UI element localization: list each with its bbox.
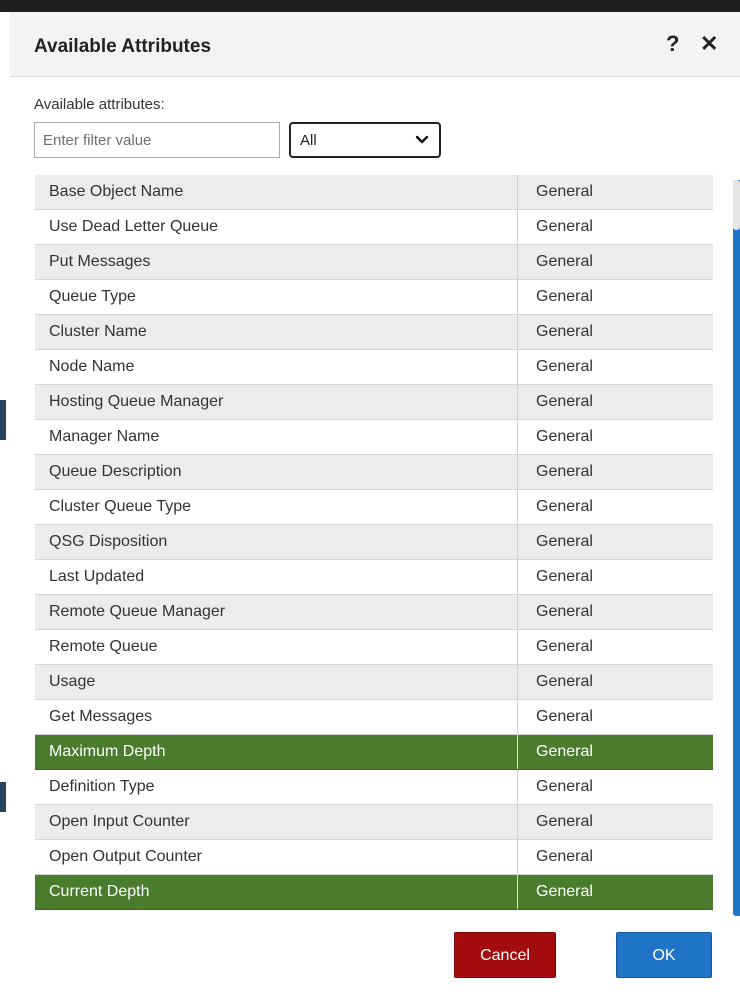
table-row[interactable]: Open Input Counter General [35,805,713,840]
attributes-table: Base Object Name General Use Dead Letter Q… [35,175,713,910]
cancel-button[interactable]: Cancel [454,932,556,978]
help-icon[interactable]: ? [666,31,679,57]
attribute-name-cell: Hosting Queue Manager [49,393,224,410]
attribute-name-cell: Node Name [49,358,135,375]
attribute-name-cell: Open Output Counter [49,848,202,865]
attribute-category-cell: General [517,875,713,909]
attribute-category-cell: General [517,595,713,629]
attribute-category-cell: General [517,420,713,454]
scrollbar-thumb[interactable] [733,180,740,230]
available-attributes-dialog: Available Attributes ? ✕ Available attri… [10,12,740,992]
category-select[interactable]: All [289,122,441,158]
attribute-name-cell: Open Input Counter [49,813,190,830]
attribute-name-cell: Get Messages [49,708,153,725]
attribute-name-cell: Remote Queue Manager [49,603,226,620]
attribute-category-cell: General [517,630,713,664]
background-mark [0,400,6,440]
attribute-category-cell: General [517,770,713,804]
attribute-category-cell: General [517,490,713,524]
attribute-name-cell: Queue Type [49,288,136,305]
attribute-category-cell: General [517,385,713,419]
attribute-category-cell: General [517,245,713,279]
table-row[interactable]: Get Messages General [35,700,713,735]
table-row[interactable]: Remote Queue Manager General [35,595,713,630]
available-attributes-label: Available attributes: [34,96,165,113]
chevron-down-icon [415,135,429,144]
attribute-category-cell: General [517,665,713,699]
table-row[interactable]: Use Dead Letter Queue General [35,210,713,245]
table-row[interactable]: Queue Description General [35,455,713,490]
attribute-category-cell: General [517,280,713,314]
table-row[interactable]: Last Updated General [35,560,713,595]
table-row[interactable]: Cluster Name General [35,315,713,350]
table-row[interactable]: QSG Disposition General [35,525,713,560]
dialog-title: Available Attributes [34,36,212,57]
attribute-name-cell: Current Depth [49,883,150,900]
table-row[interactable]: Manager Name General [35,420,713,455]
table-row[interactable]: Remote Queue General [35,630,713,665]
table-row[interactable]: Node Name General [35,350,713,385]
attribute-name-cell: Last Updated [49,568,145,585]
dialog-titlebar: Available Attributes ? ✕ [10,12,740,77]
background-page-edge [0,12,10,992]
table-row[interactable]: Usage General [35,665,713,700]
attribute-category-cell: General [517,350,713,384]
attribute-category-cell: General [517,560,713,594]
attribute-name-cell: Remote Queue [49,638,158,655]
attribute-name-cell: Use Dead Letter Queue [49,218,218,235]
attribute-category-cell: General [517,525,713,559]
attribute-category-cell: General [517,735,713,769]
table-row[interactable]: Base Object Name General [35,175,713,210]
attribute-name-cell: Usage [49,673,96,690]
attribute-category-cell: General [517,315,713,349]
attribute-name-cell: Cluster Queue Type [49,498,192,515]
table-row[interactable]: Current Depth General [35,875,713,910]
attribute-name-cell: Base Object Name [49,183,184,200]
attribute-name-cell: Cluster Name [49,323,147,340]
attribute-name-cell: Maximum Depth [49,743,166,760]
table-row[interactable]: Hosting Queue Manager General [35,385,713,420]
attribute-name-cell: Manager Name [49,428,160,445]
scrollbar[interactable] [733,180,740,916]
attribute-category-cell: General [517,175,713,209]
attribute-name-cell: Queue Description [49,463,182,480]
table-row[interactable]: Cluster Queue Type General [35,490,713,525]
table-row[interactable]: Open Output Counter General [35,840,713,875]
filter-input[interactable] [34,122,280,158]
table-row[interactable]: Queue Type General [35,280,713,315]
attribute-category-cell: General [517,210,713,244]
table-row[interactable]: Definition Type General [35,770,713,805]
attribute-category-cell: General [517,455,713,489]
close-icon[interactable]: ✕ [700,31,718,57]
attribute-category-cell: General [517,840,713,874]
background-mark [0,782,6,812]
background-page-strip [0,0,740,12]
attribute-category-cell: General [517,805,713,839]
ok-button[interactable]: OK [616,932,712,978]
table-row[interactable]: Maximum Depth General [35,735,713,770]
attribute-name-cell: Put Messages [49,253,151,270]
attribute-category-cell: General [517,700,713,734]
table-row[interactable]: Put Messages General [35,245,713,280]
attribute-name-cell: QSG Disposition [49,533,168,550]
category-select-value: All [300,132,317,149]
attribute-name-cell: Definition Type [49,778,155,795]
